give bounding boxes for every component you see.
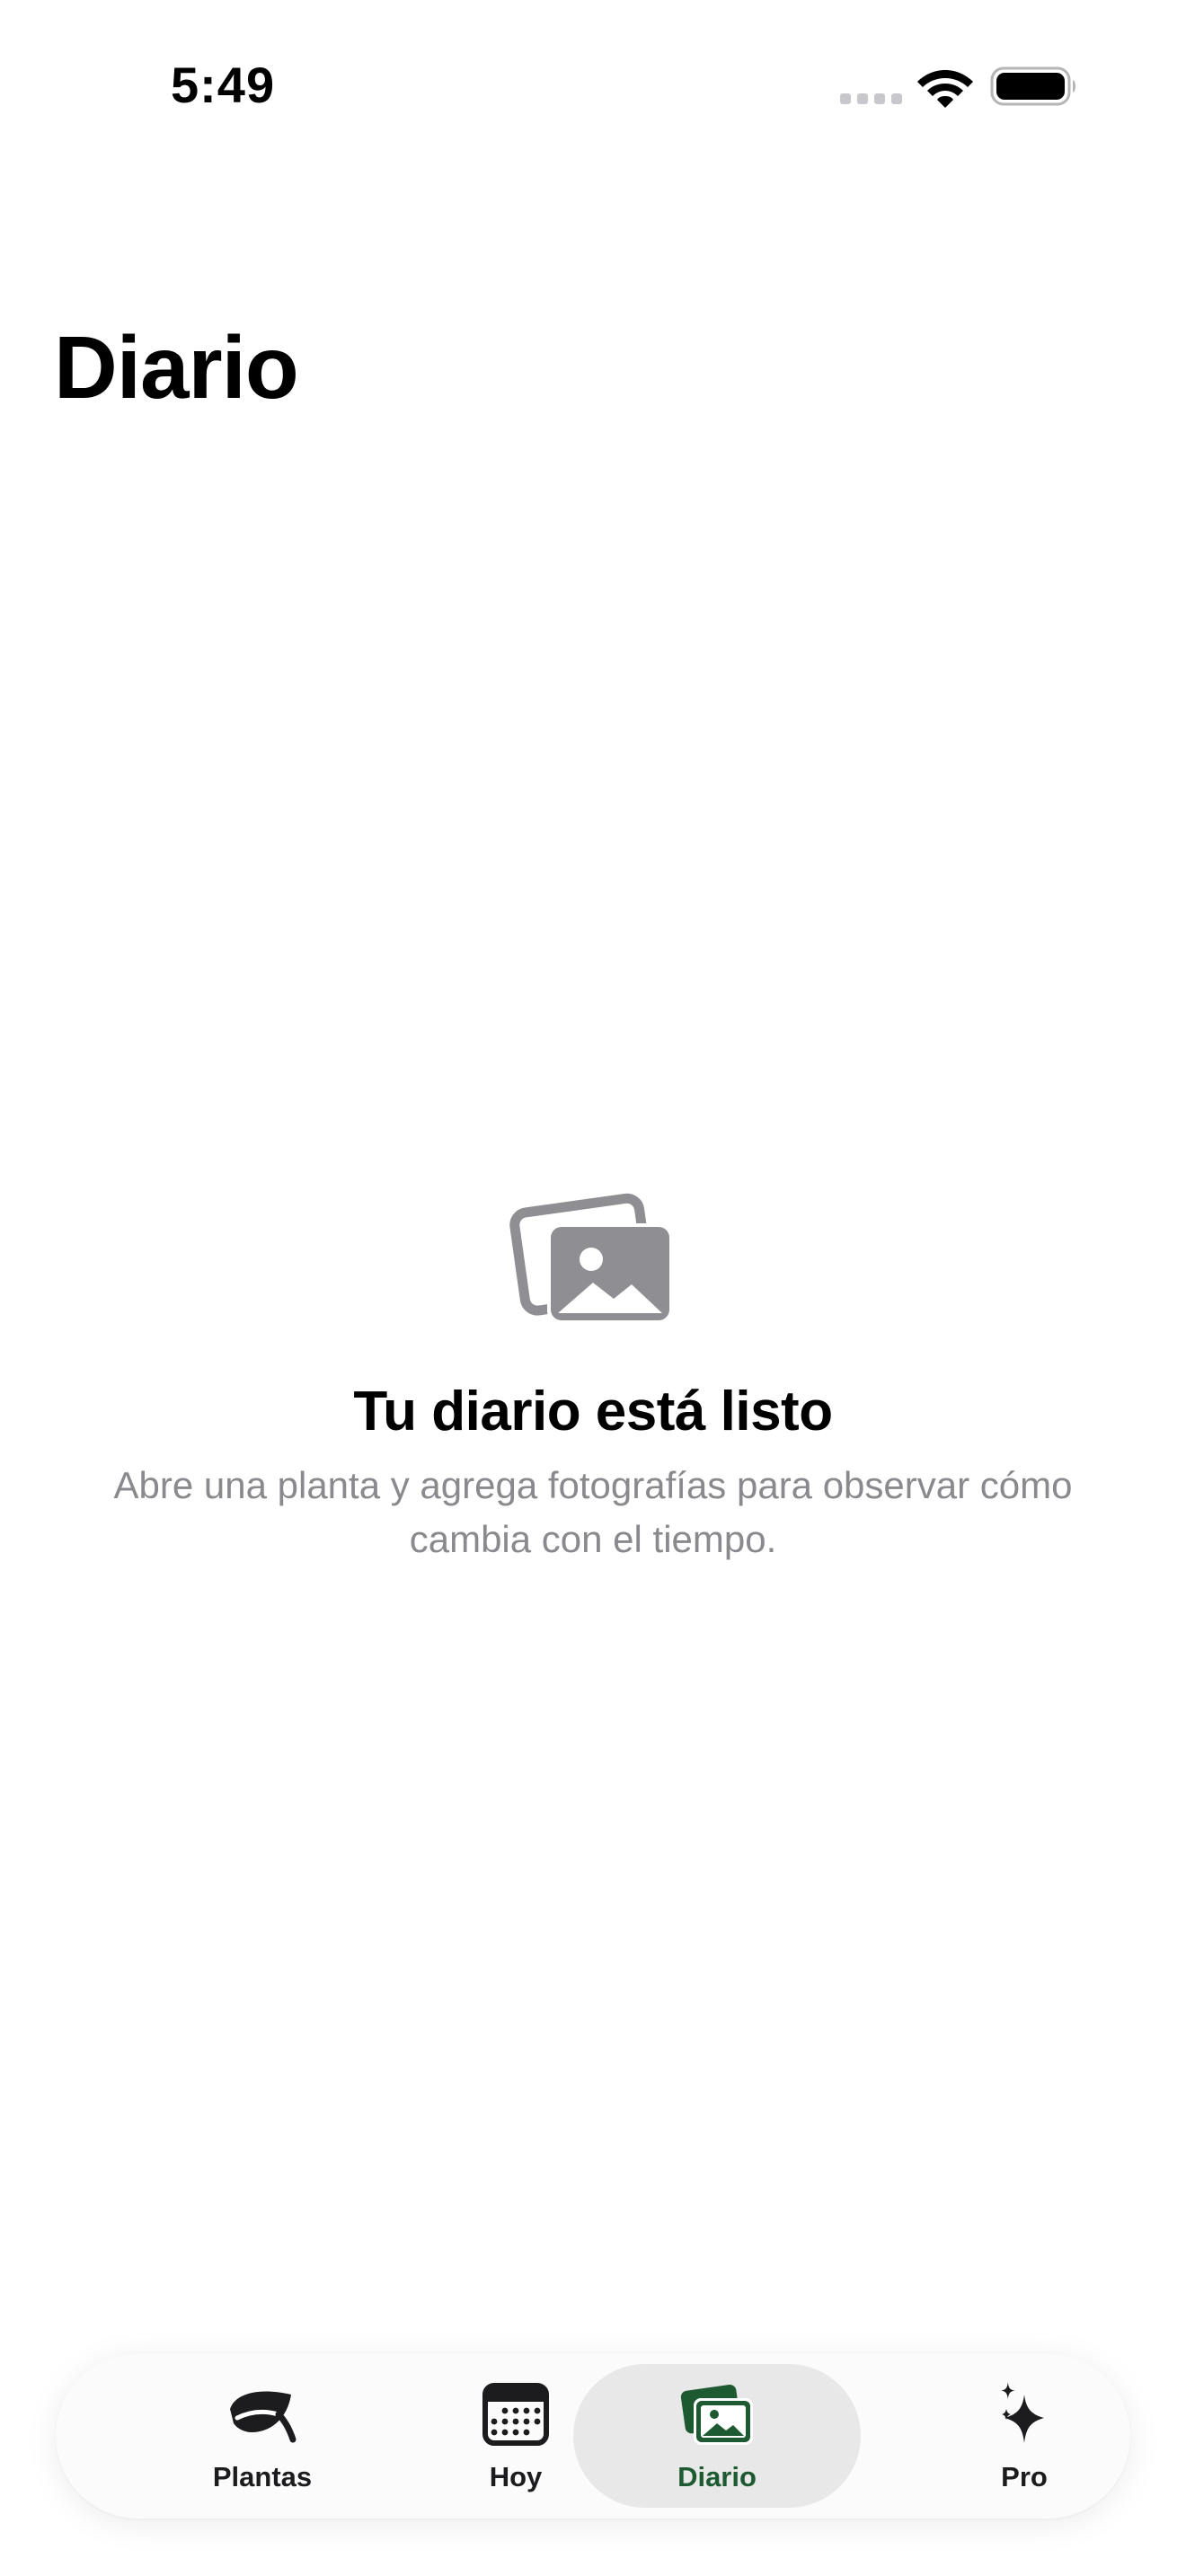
photos-icon <box>680 2384 753 2445</box>
tab-label: Pro <box>1001 2461 1048 2492</box>
photo-stack-icon <box>509 1193 673 1324</box>
battery-icon <box>990 66 1075 106</box>
empty-state-description: Abre una planta y agrega fotografías par… <box>113 1464 1073 1561</box>
tab-diario[interactable]: Diario <box>573 2364 861 2508</box>
status-bar: 5:49 <box>0 0 1186 180</box>
empty-state: Tu diario está listo Abre una planta y a… <box>0 1186 1186 1566</box>
leaf-icon <box>230 2391 296 2443</box>
page-title: Diario <box>54 318 299 417</box>
wifi-icon <box>917 70 973 108</box>
status-time: 5:49 <box>171 57 276 113</box>
tab-label: Plantas <box>212 2461 313 2492</box>
tab-plantas[interactable]: Plantas <box>119 2364 406 2508</box>
tab-label: Diario <box>677 2461 757 2492</box>
cellular-signal-icon <box>840 93 902 104</box>
empty-state-title: Tu diario está listo <box>353 1381 833 1442</box>
tab-pro[interactable]: Pro <box>881 2364 1168 2508</box>
tab-bar: Plantas Hoy Diario Pro <box>56 2353 1130 2519</box>
calendar-icon <box>482 2383 549 2446</box>
sparkles-icon <box>1001 2382 1044 2443</box>
